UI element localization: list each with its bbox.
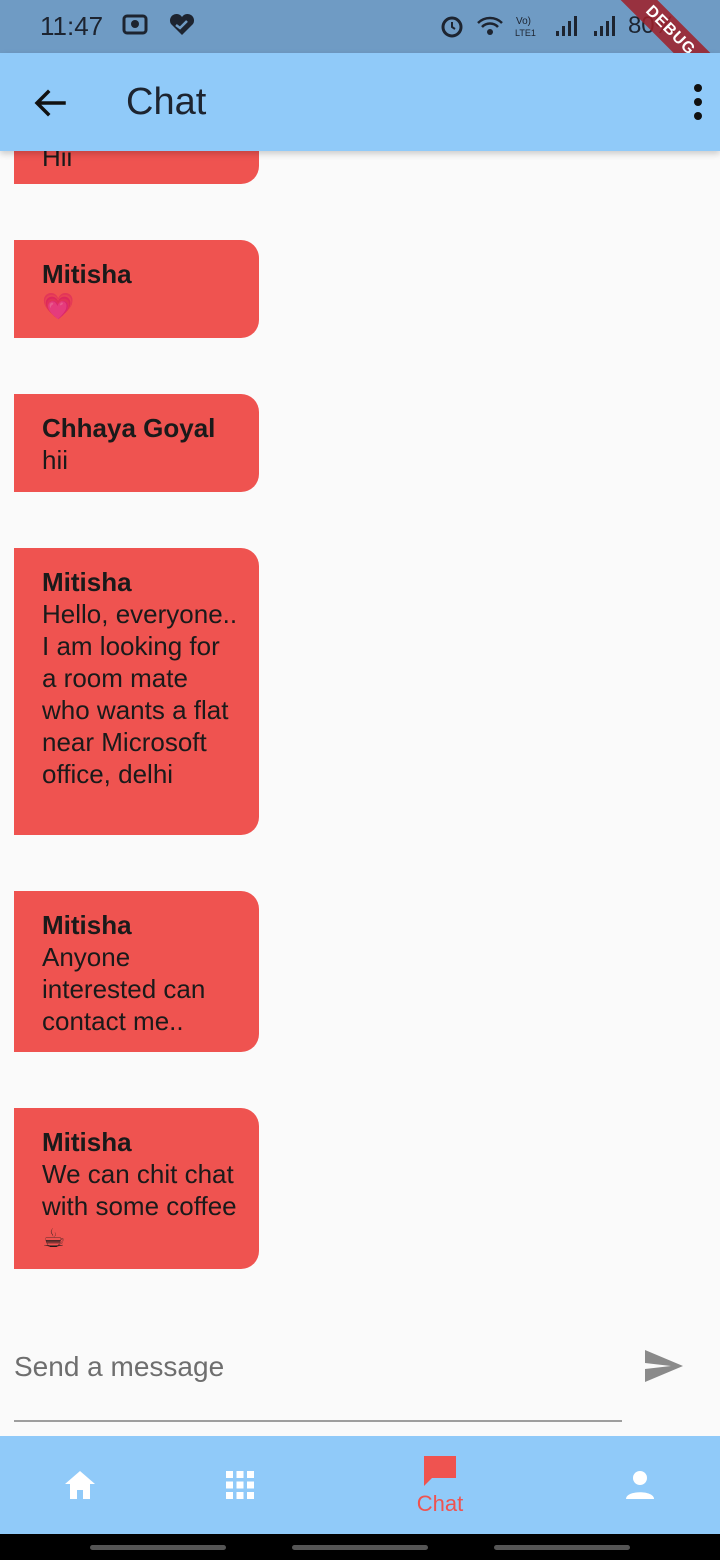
send-icon[interactable] <box>643 1348 685 1384</box>
message-sender: Mitisha <box>42 910 132 940</box>
message-text: Hello, everyone.. I am looking for a roo… <box>42 599 238 789</box>
message-sender: Mitisha <box>42 1127 132 1157</box>
nav-item-home[interactable] <box>20 1436 140 1534</box>
system-recents-pill[interactable] <box>90 1545 226 1550</box>
nav-item-chat[interactable]: Chat <box>380 1436 500 1534</box>
nav-item-apps[interactable] <box>180 1436 300 1534</box>
status-left-icons <box>122 12 196 38</box>
app-bar: Chat <box>0 53 720 151</box>
message-input[interactable] <box>14 1342 614 1392</box>
signal-icon-2 <box>593 16 615 36</box>
alarm-icon <box>441 16 463 38</box>
message-text: We can chit chat with some coffee ☕ <box>42 1159 237 1253</box>
wifi-icon <box>477 16 503 35</box>
message-bubble: Mitisha 💗 <box>14 240 259 338</box>
message-bubble: Mitisha We can chit chat with some coffe… <box>14 1108 259 1269</box>
volte-icon: Vo)LTE1 <box>515 16 536 38</box>
message-composer <box>14 1330 622 1422</box>
system-home-pill[interactable] <box>292 1545 428 1550</box>
message-text: Anyone interested can contact me.. <box>42 942 206 1036</box>
bottom-nav: Chat <box>0 1436 720 1534</box>
page-title: Chat <box>126 81 207 123</box>
nav-item-profile[interactable] <box>580 1436 700 1534</box>
svg-text:LTE1: LTE1 <box>515 28 536 38</box>
system-back-pill[interactable] <box>494 1545 630 1550</box>
message-sender: Chhaya Goyal <box>42 413 216 443</box>
message-bubble: Mitisha Hello, everyone.. I am looking f… <box>14 548 259 835</box>
chat-icon <box>424 1456 456 1486</box>
system-nav-bar <box>0 1534 720 1560</box>
message-sender: Mitisha <box>42 567 132 597</box>
home-icon <box>65 1471 95 1499</box>
message-sender: Mitisha <box>42 259 132 289</box>
message-bubble: Mitisha Anyone interested can contact me… <box>14 891 259 1052</box>
nav-label-chat: Chat <box>416 1491 464 1516</box>
message-text: 💗 <box>42 291 75 321</box>
message-text: Hii <box>42 151 73 172</box>
back-arrow-icon[interactable] <box>30 83 70 123</box>
svg-text:Vo): Vo) <box>516 16 531 27</box>
status-bar: 11:47 Vo)LTE1 80% DEBUG <box>0 0 720 97</box>
message-list[interactable]: Hii Mitisha 💗 Chhaya Goyal hii Mitisha H… <box>0 151 720 1321</box>
message-bubble: Hii <box>14 151 259 184</box>
more-vert-icon[interactable] <box>686 79 710 125</box>
message-text: hii <box>42 445 69 475</box>
status-time: 11:47 <box>40 11 104 41</box>
notification-app-icon <box>122 14 148 35</box>
health-heart-icon <box>169 13 195 35</box>
person-icon <box>626 1471 654 1499</box>
apps-grid-icon <box>226 1471 254 1499</box>
message-bubble: Chhaya Goyal hii <box>14 394 259 492</box>
signal-icon <box>555 16 577 36</box>
